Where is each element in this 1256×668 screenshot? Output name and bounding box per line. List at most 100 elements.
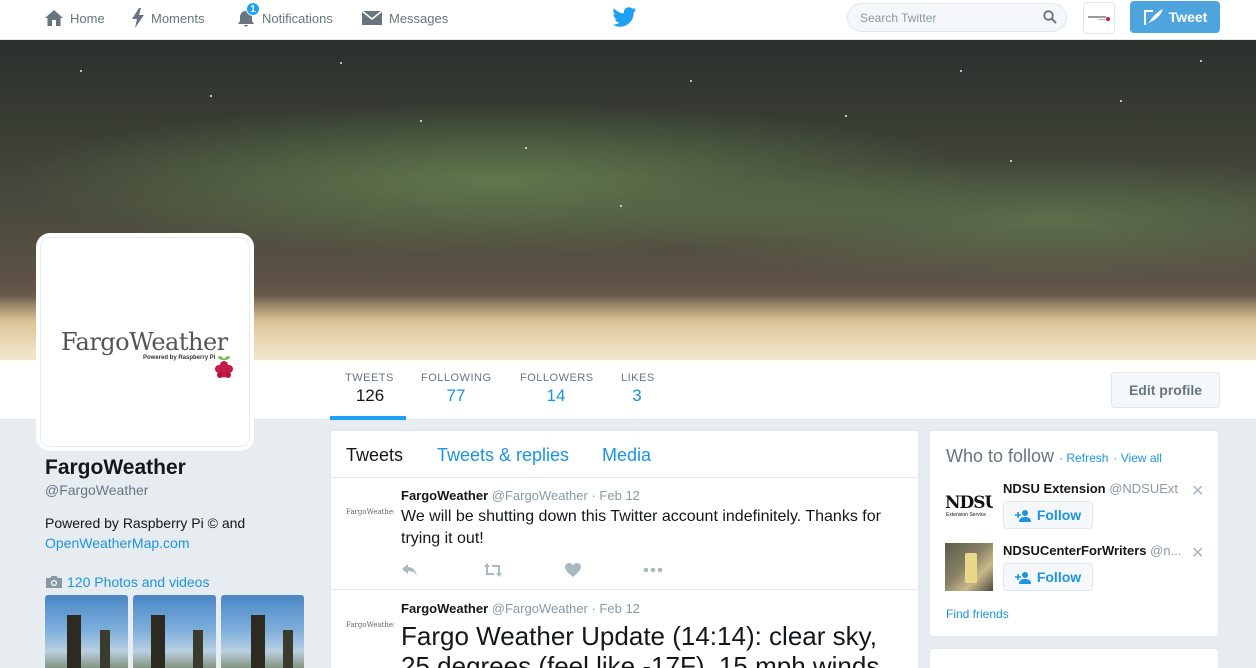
trends-card xyxy=(929,648,1219,668)
tweet-author-name[interactable]: FargoWeather xyxy=(401,601,488,616)
nav-notifications[interactable]: 1 Notifications xyxy=(236,0,333,36)
compose-quill-icon xyxy=(1143,9,1163,25)
timeline-tabs: Tweets Tweets & replies Media xyxy=(331,431,918,478)
tab-tweets-and-replies[interactable]: Tweets & replies xyxy=(437,445,569,466)
tweet-date[interactable]: · Feb 12 xyxy=(591,601,639,616)
avatar-logo-subtitle: Powered by Raspberry Pi xyxy=(143,355,216,361)
stat-following-label: FOLLOWING xyxy=(421,372,492,384)
refresh-link[interactable]: · Refresh xyxy=(1059,451,1108,465)
add-user-icon xyxy=(1014,509,1031,522)
nav-home-label: Home xyxy=(70,10,105,26)
suggestion-avatar[interactable] xyxy=(945,543,993,591)
photo-thumbnail[interactable] xyxy=(221,595,304,668)
profile-name[interactable]: FargoWeather xyxy=(45,456,315,480)
tweet-author-name[interactable]: FargoWeather xyxy=(401,488,488,503)
stat-followers-value: 14 xyxy=(546,386,566,405)
photo-thumbnail[interactable] xyxy=(133,595,216,668)
stat-followers-label: FOLLOWERS xyxy=(520,372,594,384)
retweet-icon[interactable] xyxy=(483,562,503,578)
edit-profile-button[interactable]: Edit profile xyxy=(1111,372,1220,408)
tweet-text: Fargo Weather Update (14:14): clear sky,… xyxy=(401,621,880,668)
stat-tweets-label: TWEETS xyxy=(345,372,394,384)
tweet-button[interactable]: Tweet xyxy=(1130,1,1220,33)
profile-header-card: FargoWeather @FargoWeather Powered by Ra… xyxy=(45,456,315,590)
tweet-header: FargoWeather @FargoWeather · Feb 12 xyxy=(401,601,640,616)
suggestion-handle: @n... xyxy=(1150,543,1182,558)
follow-suggestion: NDSU Extension Service NDSU Extension @N… xyxy=(945,481,1210,536)
lightning-icon xyxy=(132,8,144,28)
tweet-button-label: Tweet xyxy=(1168,9,1208,25)
notification-count-badge: 1 xyxy=(246,2,260,16)
account-avatar[interactable] xyxy=(1083,2,1115,34)
dismiss-icon[interactable]: ✕ xyxy=(1191,481,1204,501)
follow-button-label: Follow xyxy=(1036,569,1082,585)
photos-and-videos-link[interactable]: 120 Photos and videos xyxy=(45,574,315,590)
add-user-icon xyxy=(1014,571,1031,584)
stat-likes-label: LIKES xyxy=(621,372,655,384)
tab-media[interactable]: Media xyxy=(602,445,651,466)
stat-likes-value: 3 xyxy=(632,386,642,405)
suggestion-name[interactable]: NDSU Extension @NDSUExt xyxy=(1003,481,1183,496)
tweet-item[interactable]: FargoWeather FargoWeather @FargoWeather … xyxy=(331,478,918,590)
tweet-date[interactable]: · Feb 12 xyxy=(591,488,639,503)
follow-button[interactable]: Follow xyxy=(1003,501,1093,529)
reply-icon[interactable] xyxy=(401,562,419,578)
timeline: Tweets Tweets & replies Media FargoWeath… xyxy=(330,430,919,668)
profile-bio-link[interactable]: OpenWeatherMap.com xyxy=(45,533,315,553)
stat-likes[interactable]: LIKES 3 xyxy=(621,372,655,406)
active-stat-underline xyxy=(330,416,406,420)
follow-button[interactable]: Follow xyxy=(1003,563,1093,591)
suggestion-avatar[interactable]: NDSU Extension Service xyxy=(945,481,993,529)
top-navigation: Home Moments 1 Notifications Messages Tw… xyxy=(0,0,1256,40)
nav-messages-label: Messages xyxy=(389,10,449,26)
suggestion-display-name: NDSUCenterForWriters xyxy=(1003,543,1147,558)
tweet-text: We will be shutting down this Twitter ac… xyxy=(401,508,881,547)
tweet-author-handle: @FargoWeather xyxy=(491,488,588,503)
stat-following-value: 77 xyxy=(446,386,466,405)
tweet-avatar[interactable]: FargoWeather xyxy=(346,601,394,649)
nav-messages[interactable]: Messages xyxy=(361,0,448,36)
tweet-header: FargoWeather @FargoWeather · Feb 12 xyxy=(401,488,640,503)
tweet-avatar[interactable]: FargoWeather xyxy=(346,488,394,536)
tab-tweets[interactable]: Tweets xyxy=(346,445,403,466)
search-box xyxy=(847,3,1067,32)
raspberry-pi-icon xyxy=(215,356,233,378)
tweet-avatar-logo: FargoWeather xyxy=(346,508,394,516)
profile-bio-text: Powered by Raspberry Pi © and xyxy=(45,515,246,531)
search-input[interactable] xyxy=(860,9,1040,27)
suggestion-display-name: NDSU Extension xyxy=(1003,481,1106,496)
nav-notifications-label: Notifications xyxy=(262,10,333,26)
profile-handle: @FargoWeather xyxy=(45,482,149,498)
more-options-icon[interactable] xyxy=(642,562,664,578)
profile-avatar[interactable]: FargoWeather Powered by Raspberry Pi xyxy=(40,237,250,447)
stat-tweets-value: 126 xyxy=(355,386,385,405)
suggestion-name[interactable]: NDSUCenterForWriters @n... xyxy=(1003,543,1183,558)
who-to-follow-card: Who to follow · Refresh · View all NDSU … xyxy=(929,430,1219,637)
ndsu-logo: NDSU xyxy=(945,493,993,513)
dismiss-icon[interactable]: ✕ xyxy=(1191,543,1204,563)
search-icon[interactable] xyxy=(1043,10,1057,24)
heart-icon[interactable] xyxy=(564,562,582,578)
find-friends-link[interactable]: Find friends xyxy=(946,607,1009,621)
tweet-actions xyxy=(401,562,701,580)
follow-button-label: Follow xyxy=(1036,507,1082,523)
twitter-bird-icon[interactable] xyxy=(612,7,637,32)
who-to-follow-header: Who to follow · Refresh · View all xyxy=(946,446,1162,467)
nav-home[interactable]: Home xyxy=(44,0,105,36)
camera-icon xyxy=(46,576,62,588)
follow-suggestion: NDSUCenterForWriters @n... Follow ✕ xyxy=(945,543,1210,598)
suggestion-handle: @NDSUExt xyxy=(1109,481,1179,496)
photos-and-videos-label: 120 Photos and videos xyxy=(67,574,210,590)
tweet-item[interactable]: FargoWeather FargoWeather @FargoWeather … xyxy=(331,591,918,668)
envelope-icon xyxy=(361,10,383,25)
stat-following[interactable]: FOLLOWING 77 xyxy=(421,372,491,406)
profile-bio: Powered by Raspberry Pi © and OpenWeathe… xyxy=(45,513,315,553)
who-to-follow-title: Who to follow xyxy=(946,446,1055,466)
stat-followers[interactable]: FOLLOWERS 14 xyxy=(520,372,594,406)
stat-tweets[interactable]: TWEETS 126 xyxy=(345,372,395,406)
nav-moments[interactable]: Moments xyxy=(131,0,204,36)
view-all-link[interactable]: · View all xyxy=(1113,451,1161,465)
avatar-logo-text: FargoWeather xyxy=(61,328,228,356)
photo-thumbnail[interactable] xyxy=(45,595,128,668)
tweet-avatar-logo: FargoWeather xyxy=(346,621,394,629)
